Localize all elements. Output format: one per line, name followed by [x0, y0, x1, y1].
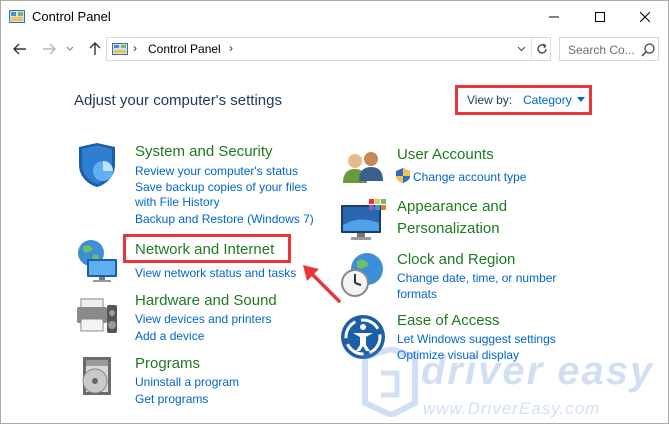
chevron-down-icon	[66, 46, 74, 51]
link-save-backup[interactable]: Save backup copies of your files	[135, 180, 307, 194]
driver-easy-logo-icon	[362, 347, 418, 417]
category-hardware-and-sound[interactable]: Hardware and Sound	[135, 292, 277, 309]
view-by-label: View by:	[467, 93, 513, 107]
control-panel-icon	[112, 43, 128, 55]
link-uninstall-program[interactable]: Uninstall a program	[135, 375, 239, 389]
link-backup-restore[interactable]: Backup and Restore (Windows 7)	[135, 212, 314, 226]
forward-button[interactable]	[39, 39, 59, 59]
link-devices-printers[interactable]: View devices and printers	[135, 312, 272, 326]
link-suggest-settings[interactable]: Let Windows suggest settings	[397, 332, 556, 346]
up-arrow-icon	[89, 42, 101, 55]
link-change-account-type[interactable]: Change account type	[413, 170, 526, 184]
maximize-button[interactable]	[577, 1, 623, 33]
category-network-and-internet[interactable]: Network and Internet	[135, 241, 274, 258]
category-clock-and-region[interactable]: Clock and Region	[397, 251, 515, 268]
navigation-bar: › Control Panel › Search Co...	[1, 33, 668, 67]
view-by-dropdown[interactable]: Category	[523, 93, 572, 107]
clock-globe-icon[interactable]	[339, 251, 387, 299]
users-icon[interactable]	[339, 147, 387, 195]
back-button[interactable]	[10, 39, 30, 59]
monitor-palette-icon[interactable]	[339, 197, 387, 245]
watermark-url: www.DriverEasy.com	[423, 399, 601, 418]
control-panel-window: Control Panel › Control Panel › Search C…	[0, 0, 669, 424]
category-user-accounts[interactable]: User Accounts	[397, 146, 494, 163]
link-add-device[interactable]: Add a device	[135, 329, 204, 343]
refresh-icon	[536, 43, 547, 54]
minimize-icon	[549, 16, 559, 18]
refresh-button[interactable]	[531, 38, 551, 60]
link-review-status[interactable]: Review your computer's status	[135, 164, 298, 178]
up-button[interactable]	[85, 39, 105, 59]
annotation-arrow-icon	[303, 265, 341, 303]
close-button[interactable]	[622, 1, 668, 33]
printer-speaker-icon[interactable]	[73, 293, 121, 341]
globe-network-icon[interactable]	[73, 237, 121, 285]
minimize-button[interactable]	[531, 1, 577, 33]
link-network-status[interactable]: View network status and tasks	[135, 266, 296, 280]
category-ease-of-access[interactable]: Ease of Access	[397, 312, 500, 329]
category-personalization[interactable]: Personalization	[397, 220, 500, 237]
window-title: Control Panel	[32, 9, 111, 24]
address-dropdown-button[interactable]	[514, 41, 528, 57]
address-bar[interactable]: › Control Panel ›	[106, 37, 551, 61]
view-by-control[interactable]: View by: Category	[455, 85, 592, 115]
watermark: driver easy www.DriverEasy.com	[361, 347, 661, 424]
maximize-icon	[595, 12, 605, 22]
breadcrumb-separator-icon[interactable]: ›	[229, 41, 233, 55]
uac-shield-icon	[396, 168, 410, 183]
back-arrow-icon	[13, 43, 26, 55]
caret-down-icon[interactable]	[577, 97, 585, 102]
link-change-date-format[interactable]: Change date, time, or number	[397, 271, 556, 285]
link-file-history[interactable]: with File History	[135, 195, 220, 209]
breadcrumb-separator-icon[interactable]: ›	[133, 41, 137, 55]
category-programs[interactable]: Programs	[135, 355, 200, 372]
control-panel-icon	[9, 10, 25, 23]
forward-arrow-icon	[43, 43, 56, 55]
breadcrumb-control-panel[interactable]: Control Panel	[148, 42, 221, 56]
watermark-brand: driver easy	[421, 349, 655, 393]
category-appearance[interactable]: Appearance and	[397, 198, 507, 215]
link-get-programs[interactable]: Get programs	[135, 392, 208, 406]
link-formats[interactable]: formats	[397, 287, 437, 301]
close-icon	[640, 12, 650, 22]
chevron-down-icon	[517, 46, 525, 52]
search-icon[interactable]	[640, 42, 656, 58]
shield-chart-icon[interactable]	[73, 141, 121, 189]
programs-disc-icon[interactable]	[73, 353, 121, 401]
title-bar[interactable]: Control Panel	[1, 1, 668, 33]
main-content: Adjust your computer's settings View by:…	[1, 67, 668, 424]
search-box[interactable]: Search Co...	[559, 37, 659, 61]
category-system-and-security[interactable]: System and Security	[135, 143, 273, 160]
recent-locations-button[interactable]	[63, 39, 77, 59]
page-heading: Adjust your computer's settings	[74, 92, 282, 109]
search-input[interactable]: Search Co...	[568, 43, 635, 57]
